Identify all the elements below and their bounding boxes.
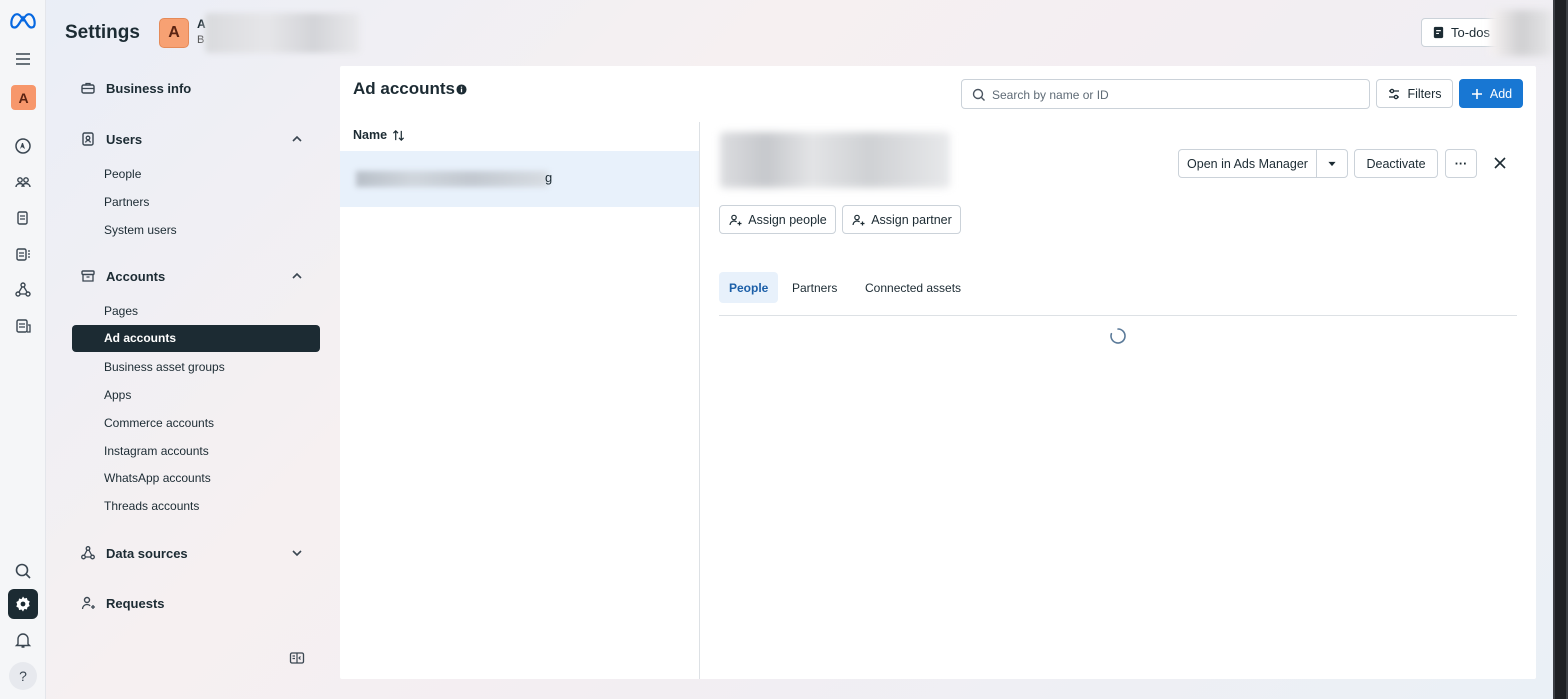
- window-edge: [1553, 0, 1568, 699]
- todos-label: To-dos: [1451, 25, 1491, 40]
- business-name-blurred: [205, 13, 360, 53]
- search-icon: [972, 88, 985, 101]
- sidebar-item-threads-accounts[interactable]: Threads accounts: [104, 499, 199, 513]
- sidebar-item-instagram-accounts[interactable]: Instagram accounts: [104, 444, 209, 458]
- bell-icon[interactable]: [8, 625, 38, 655]
- page-title: Settings: [65, 22, 140, 43]
- add-button[interactable]: Add: [1459, 79, 1523, 108]
- caret-down-icon: [1328, 161, 1336, 166]
- sidebar-item-apps[interactable]: Apps: [104, 388, 131, 402]
- sidebar-item-ad-accounts[interactable]: Ad accounts: [72, 325, 320, 352]
- sidebar-business-info-label: Business info: [106, 80, 192, 96]
- sidebar-users-label: Users: [106, 131, 143, 147]
- briefcase-icon: [81, 82, 95, 94]
- sidebar-accounts-label: Accounts: [106, 268, 166, 284]
- name-column-label: Name: [353, 128, 388, 142]
- sort-arrows-icon: [393, 129, 405, 141]
- assign-people-label: Assign people: [748, 212, 827, 227]
- ads-manager-dropdown-button[interactable]: [1316, 149, 1348, 178]
- sidebar-users[interactable]: Users: [80, 131, 142, 147]
- sidebar-item-whatsapp-accounts[interactable]: WhatsApp accounts: [104, 471, 211, 485]
- sidebar-requests-label: Requests: [106, 595, 165, 611]
- sidebar-data-sources[interactable]: Data sources: [80, 545, 188, 561]
- more-options-button[interactable]: ···: [1445, 149, 1477, 178]
- filters-label: Filters: [1407, 86, 1442, 101]
- search-input[interactable]: [992, 86, 1362, 104]
- profile-avatar-blurred[interactable]: [1490, 10, 1552, 56]
- people-icon[interactable]: [8, 167, 38, 197]
- open-in-ads-manager-label: Open in Ads Manager: [1187, 156, 1308, 171]
- tab-people[interactable]: People: [719, 272, 779, 303]
- account-name-tail: g: [545, 170, 553, 185]
- table-row[interactable]: g: [340, 151, 699, 207]
- filters-button[interactable]: Filters: [1376, 79, 1453, 108]
- chevron-up-icon[interactable]: [290, 132, 304, 146]
- sidebar-requests[interactable]: Requests: [80, 595, 165, 611]
- business-subtitle: B: [197, 34, 205, 46]
- user-badge-icon: [82, 132, 94, 146]
- business-avatar[interactable]: A: [11, 85, 36, 110]
- tab-connected-assets[interactable]: Connected assets: [855, 272, 971, 303]
- todos-button[interactable]: To-dos: [1421, 18, 1501, 47]
- sidebar-item-partners[interactable]: Partners: [104, 195, 149, 209]
- sidebar-data-sources-label: Data sources: [106, 545, 188, 561]
- main-panel: Ad accounts Filters Add Name g Open in A…: [340, 66, 1536, 679]
- catalog-icon[interactable]: [8, 239, 38, 269]
- billing-icon[interactable]: [8, 311, 38, 341]
- data-sources-icon: [81, 546, 95, 560]
- assign-user-icon: [729, 214, 742, 225]
- more-icon: ···: [1454, 156, 1468, 171]
- sidebar-item-people[interactable]: People: [104, 167, 141, 181]
- sidebar-business-info[interactable]: Business info: [80, 80, 191, 96]
- compass-icon[interactable]: [8, 131, 38, 161]
- data-sources-icon[interactable]: [8, 275, 38, 305]
- assign-partner-icon: [852, 214, 865, 225]
- tab-divider: [719, 315, 1517, 316]
- loading-spinner-icon: [1110, 328, 1126, 344]
- left-rail: A ?: [0, 0, 46, 699]
- account-details-blurred: [720, 132, 950, 188]
- user-request-icon: [81, 596, 95, 610]
- add-label: Add: [1489, 86, 1513, 101]
- plus-icon: [1471, 88, 1482, 99]
- settings-gear-icon[interactable]: [8, 589, 38, 619]
- panel-divider: [699, 122, 700, 679]
- chevron-up-icon[interactable]: [290, 269, 304, 283]
- assign-partner-button[interactable]: Assign partner: [842, 205, 961, 234]
- business-avatar-large[interactable]: A: [159, 18, 189, 48]
- sliders-icon: [1389, 88, 1400, 99]
- assign-partner-label: Assign partner: [871, 212, 952, 227]
- search-icon[interactable]: [8, 556, 38, 586]
- menu-icon[interactable]: [8, 44, 38, 74]
- help-icon[interactable]: ?: [9, 662, 37, 690]
- sidebar-item-pages[interactable]: Pages: [104, 304, 138, 318]
- tab-partners[interactable]: Partners: [782, 272, 847, 303]
- meta-logo-icon[interactable]: [6, 5, 40, 35]
- open-in-ads-manager-button[interactable]: Open in Ads Manager: [1178, 149, 1317, 178]
- sidebar-item-system-users[interactable]: System users: [104, 223, 177, 237]
- sidebar-accounts[interactable]: Accounts: [80, 268, 165, 284]
- assign-people-button[interactable]: Assign people: [719, 205, 836, 234]
- todo-list-icon: [1433, 26, 1444, 39]
- pages-icon[interactable]: [8, 203, 38, 233]
- info-icon[interactable]: [456, 84, 467, 95]
- deactivate-label: Deactivate: [1366, 156, 1426, 171]
- sidebar-item-commerce-accounts[interactable]: Commerce accounts: [104, 416, 214, 430]
- sidebar-item-business-asset-groups[interactable]: Business asset groups: [104, 360, 225, 374]
- archive-icon: [81, 270, 95, 282]
- search-box[interactable]: [961, 79, 1370, 109]
- close-icon[interactable]: [1492, 155, 1508, 171]
- collapse-sidebar-icon[interactable]: [289, 650, 305, 666]
- deactivate-button[interactable]: Deactivate: [1354, 149, 1438, 178]
- chevron-down-icon[interactable]: [290, 546, 304, 560]
- name-column-header[interactable]: Name: [353, 128, 405, 142]
- account-name-blurred: [356, 171, 548, 187]
- ad-accounts-title: Ad accounts: [353, 79, 456, 98]
